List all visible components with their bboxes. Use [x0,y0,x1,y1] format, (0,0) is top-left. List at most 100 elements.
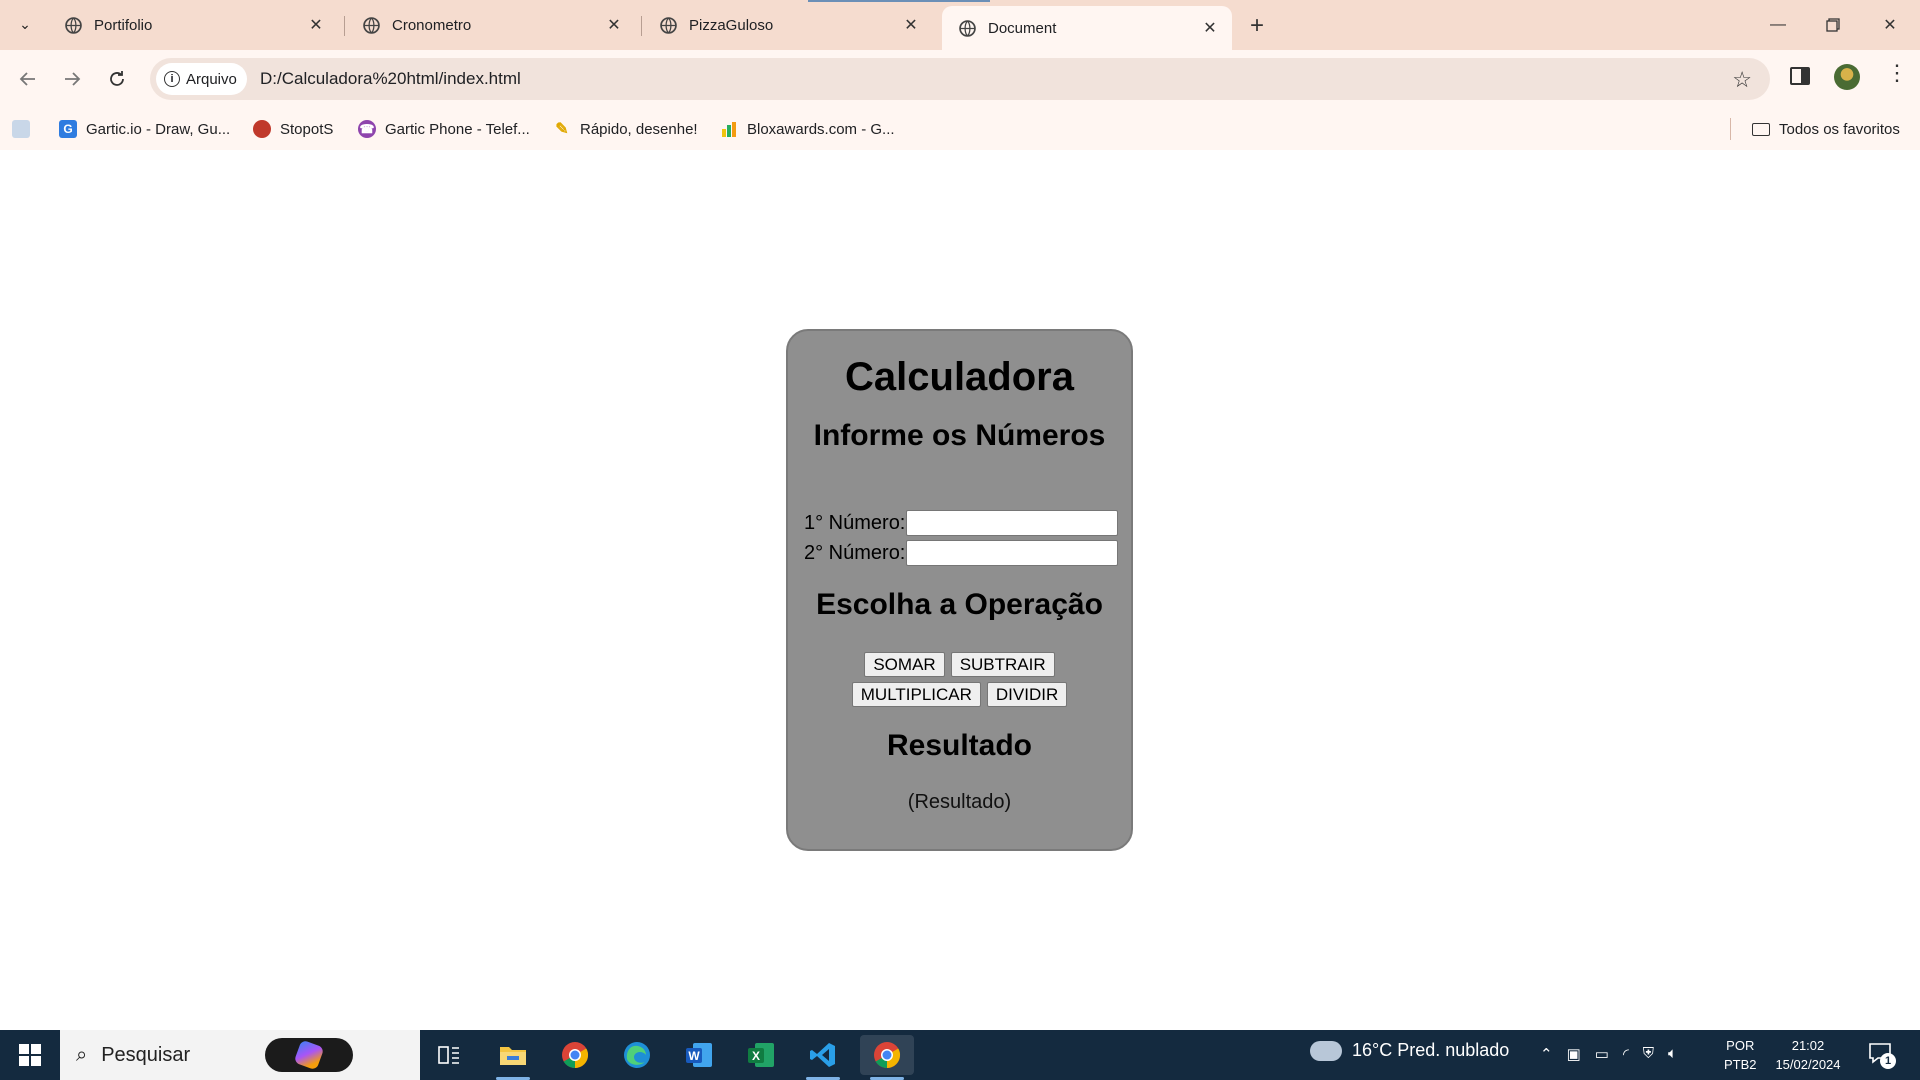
chevron-down-icon: ⌄ [19,15,31,32]
wifi-icon[interactable]: ◜ [1623,1045,1629,1063]
start-button[interactable] [0,1030,60,1080]
minimize-icon: — [1770,16,1786,33]
svg-text:X: X [752,1049,760,1063]
close-icon[interactable]: ✕ [1200,18,1220,38]
restore-button[interactable] [1813,8,1853,42]
vscode-icon [810,1043,835,1067]
url-text[interactable]: D:/Calculadora%20html/index.html [260,69,521,89]
taskbar-search[interactable]: ⌕ Pesquisar [60,1030,420,1080]
stopots-icon [253,120,271,138]
battery-icon[interactable]: ▭ [1595,1045,1609,1063]
side-panel-icon[interactable] [1790,67,1810,85]
bookmark-star-icon[interactable]: ☆ [1732,67,1752,93]
bar-chart-icon [720,120,738,138]
bookmark-rapido-desenhe[interactable]: ✎ Rápido, desenhe! [553,116,698,142]
task-view-icon [438,1046,459,1064]
bookmark-label: Rápido, desenhe! [580,120,698,138]
chrome-active-button[interactable] [860,1035,914,1080]
folder-icon [1752,122,1770,136]
search-placeholder: Pesquisar [101,1043,191,1066]
close-icon[interactable]: ✕ [901,15,921,35]
file-explorer-button[interactable] [486,1035,540,1080]
bookmark-label: Gartic.io - Draw, Gu... [86,120,231,138]
copilot-icon [293,1039,325,1071]
page-title: Calculadora [845,355,1074,399]
tab-divider [344,16,345,36]
tab-strip: ⌄ Portifolio ✕ Cronometro ✕ PizzaGuloso … [0,0,1920,50]
volume-icon[interactable]: 🔈︎ [1668,1045,1677,1063]
operation-buttons-row-1: SOMAR SUBTRAIR [788,652,1131,677]
excel-button[interactable]: X [734,1035,788,1075]
site-info-chip[interactable]: i Arquivo [156,63,247,95]
partly-cloudy-icon [1310,1032,1342,1061]
tab-title: Cronometro [392,16,472,34]
arrow-left-icon [19,72,35,86]
close-icon[interactable]: ✕ [604,15,624,35]
add-button[interactable]: SOMAR [864,652,945,677]
task-view-button[interactable] [422,1035,476,1075]
minimize-button[interactable]: — [1758,8,1798,42]
word-button[interactable]: W [672,1035,726,1075]
address-bar[interactable]: i Arquivo D:/Calculadora%20html/index.ht… [150,58,1770,100]
meet-icon[interactable]: ▣ [1567,1045,1581,1063]
clock[interactable]: 21:02 15/02/2024 [1768,1036,1848,1074]
tab-cronometro[interactable]: Cronometro ✕ [346,6,636,44]
shield-icon[interactable]: ⛨ [1643,1045,1654,1063]
clock-date: 15/02/2024 [1775,1057,1841,1072]
info-icon: i [164,71,180,87]
multiply-button[interactable]: MULTIPLICAR [851,682,981,707]
tab-pizzaguloso[interactable]: PizzaGuloso ✕ [643,6,933,44]
bookmark-gartic-phone[interactable]: ☎ Gartic Phone - Telef... [358,116,530,142]
input-language-indicator[interactable]: POR PTB2 [1724,1036,1757,1074]
pencil-icon: ✎ [555,121,569,138]
chrome-icon [562,1042,589,1069]
close-icon: ✕ [1883,17,1897,34]
weather-text: 16°C Pred. nublado [1352,1040,1510,1060]
reload-button[interactable] [101,63,133,95]
chevron-up-icon[interactable]: ⌃ [1540,1045,1553,1063]
forward-button[interactable] [56,63,88,95]
all-bookmarks-label: Todos os favoritos [1779,120,1900,138]
new-tab-button[interactable]: + [1243,12,1271,40]
result-heading: Resultado [886,729,1033,762]
excel-icon: X [748,1043,774,1067]
bookmark-label: Bloxawards.com - G... [747,120,895,138]
bookmark-gartic-io[interactable]: G Gartic.io - Draw, Gu... [59,116,230,142]
close-window-button[interactable]: ✕ [1870,8,1910,42]
divide-button[interactable]: DIVIDIR [986,682,1068,707]
second-number-input[interactable] [906,540,1119,566]
tab-portifolio[interactable]: Portifolio ✕ [48,6,338,44]
tab-loading-indicator [808,0,990,2]
plus-icon: + [1249,12,1264,39]
language-code: POR [1726,1038,1755,1053]
first-number-input[interactable] [906,510,1119,536]
reload-icon [110,71,124,86]
bookmark-bloxawards[interactable]: Bloxawards.com - G... [720,116,895,142]
tab-document[interactable]: Document ✕ [942,6,1232,50]
apps-shortcut[interactable] [12,116,39,142]
globe-icon [958,19,976,37]
gartic-icon: G [59,120,77,138]
avatar[interactable] [1834,64,1860,90]
vscode-button[interactable] [796,1035,850,1080]
calculator-panel: Calculadora Informe os Números 1° Número… [786,329,1133,851]
chrome-button[interactable] [548,1035,602,1075]
security-label: Arquivo [186,70,237,88]
numbers-heading: Informe os Números [813,419,1106,452]
search-icon: ⌕ [76,1043,88,1066]
tab-title: Portifolio [94,16,153,34]
copilot-button[interactable] [265,1038,353,1072]
bookmarks-bar: G Gartic.io - Draw, Gu... StopotS ☎ Gart… [0,108,1920,150]
all-bookmarks-button[interactable]: Todos os favoritos [1752,116,1900,142]
operation-heading: Escolha a Operação [816,588,1103,621]
keyboard-layout: PTB2 [1724,1057,1757,1072]
more-menu-icon[interactable]: ⋮ [1886,62,1908,84]
edge-button[interactable] [610,1035,664,1075]
windows-logo-icon [19,1044,41,1066]
weather-widget[interactable]: 16°C Pred. nublado [1310,1032,1510,1061]
close-icon[interactable]: ✕ [306,15,326,35]
tab-search-button[interactable]: ⌄ [10,9,40,39]
back-button[interactable] [12,63,44,95]
bookmark-stopots[interactable]: StopotS [253,116,333,142]
subtract-button[interactable]: SUBTRAIR [950,652,1055,677]
